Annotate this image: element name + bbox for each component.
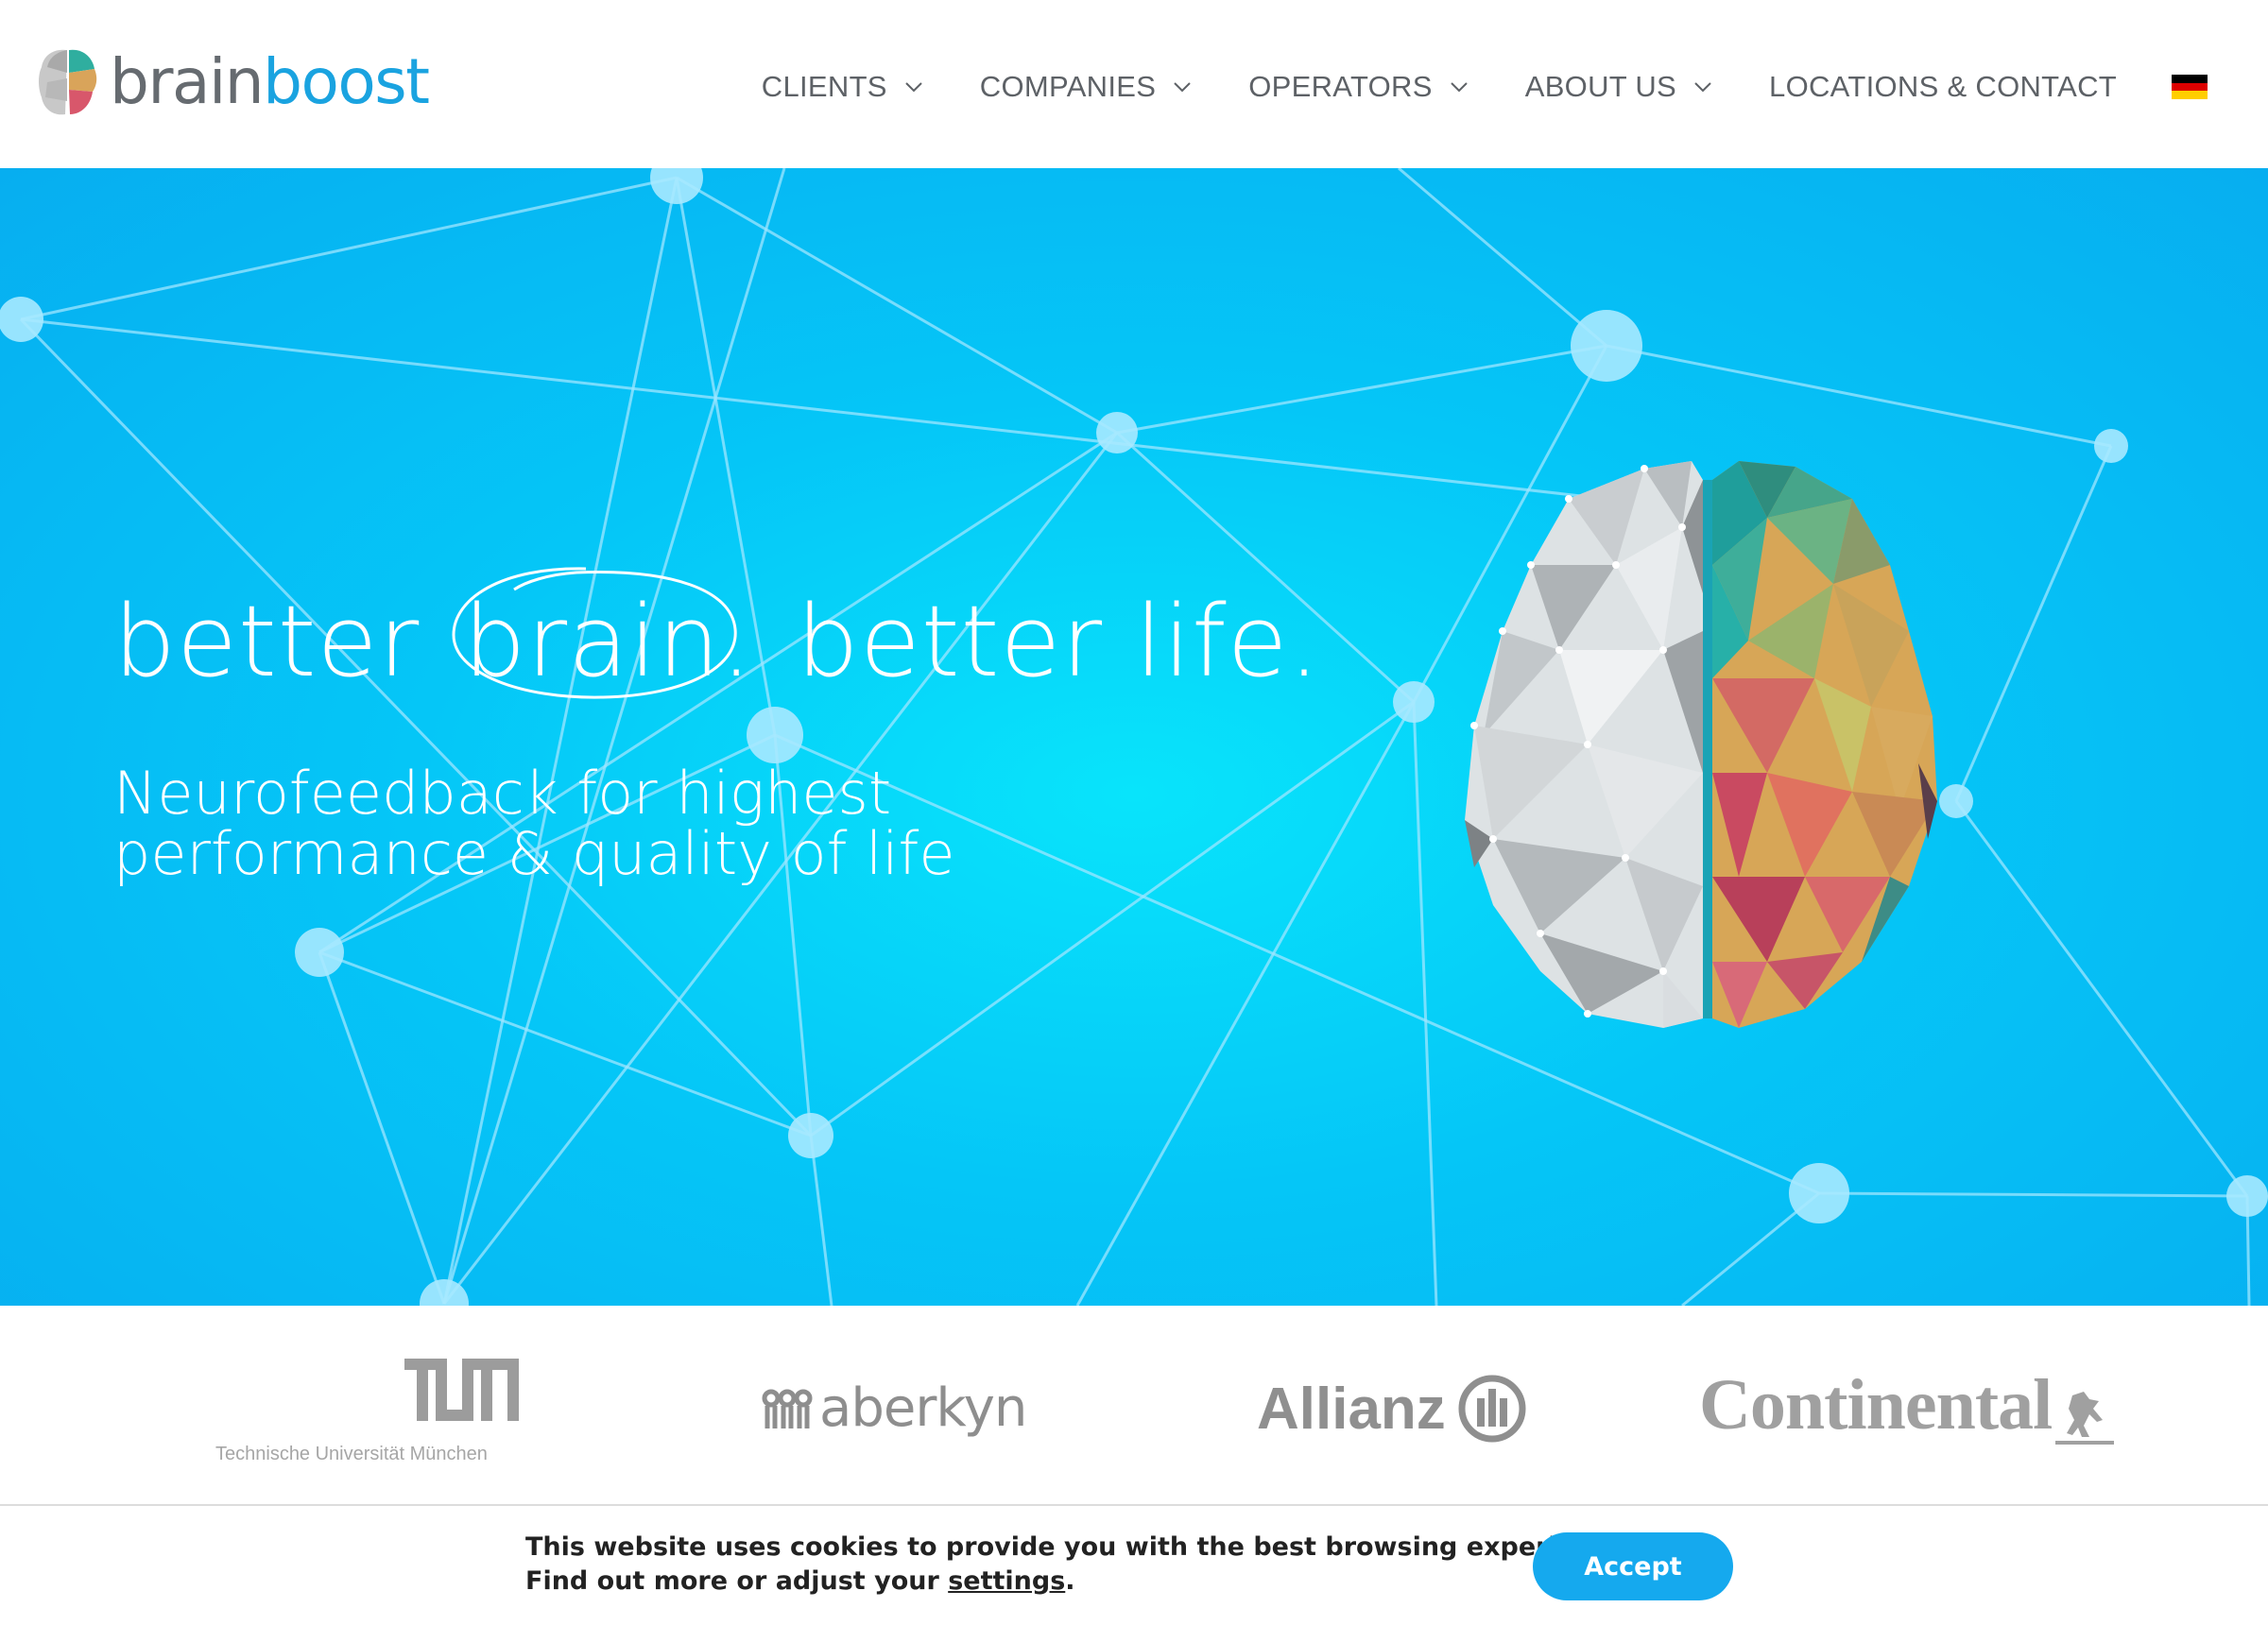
cookie-line2-period: . [1065,1566,1075,1596]
polygon-brain-illustration [1465,461,1937,1028]
hero-subtitle: Neurofeedback for highest performance & … [113,763,1058,884]
nav-locations-contact-label: LOCATIONS & CONTACT [1769,70,2117,103]
nav-operators[interactable]: OPERATORS [1248,70,1468,104]
nav-about-us[interactable]: ABOUT US [1525,70,1712,104]
tum-caption: Technische Universität München [215,1444,488,1464]
nav-about-us-label: ABOUT US [1524,70,1677,103]
continental-horse-icon [2055,1392,2115,1445]
continental-logo: Continental [1699,1364,2115,1446]
aberkyn-logo: aberkyn [761,1377,1027,1439]
chevron-down-icon [1451,82,1468,93]
site-header: brainboost CLIENTS COMPANIES OPERATORS A… [0,0,2268,168]
hero-title: better brain. better life. [113,567,1321,699]
hero-subtitle-line1: Neurofeedback for highest [113,759,892,828]
aberkyn-name: aberkyn [819,1377,1027,1439]
cookie-settings-link[interactable]: settings [948,1566,1065,1596]
chevron-down-icon [905,82,922,93]
german-flag-icon[interactable] [2172,75,2208,100]
nav-companies-label: COMPANIES [979,70,1157,103]
nav-companies[interactable]: COMPANIES [980,70,1192,104]
brain-logo-icon [39,49,97,115]
tum-mark-icon [404,1359,519,1421]
hand-drawn-circle-icon [452,567,737,699]
hero-title-circled-word: brain. [452,567,764,699]
chevron-down-icon [1694,82,1711,93]
cookie-line1: This website uses cookies to provide you… [525,1532,1635,1562]
cookie-banner: This website uses cookies to provide you… [0,1506,2268,1625]
nav-clients[interactable]: CLIENTS [762,70,923,104]
allianz-logo: Allianz [1257,1374,1527,1444]
hero-title-post: better life. [796,584,1321,699]
nav-operators-label: OPERATORS [1248,70,1433,103]
nav-locations-contact[interactable]: LOCATIONS & CONTACT [1769,70,2117,104]
partner-logos: Technische Universität München aberkyn A… [0,1306,2268,1506]
nav-clients-label: CLIENTS [761,70,887,103]
brainboost-logo[interactable]: brainboost [36,42,430,123]
cookie-line2-text: Find out more or adjust your [525,1566,949,1596]
hero-title-pre: better [113,584,421,699]
continental-name: Continental [1699,1365,2053,1445]
main-nav: CLIENTS COMPANIES OPERATORS ABOUT US LOC… [705,60,2208,113]
accept-cookies-button[interactable]: Accept [1533,1532,1733,1600]
hero-banner: better brain. better life. Neurofeedback… [0,168,2268,1306]
allianz-eagle-icon [1458,1375,1526,1443]
hero-subtitle-line2: performance & quality of life [113,819,955,888]
logo-word-boost: boost [263,45,430,118]
allianz-name: Allianz [1257,1376,1446,1442]
logo-word-brain: brain [110,45,265,118]
aberkyn-mark-icon [762,1389,813,1428]
cookie-line2: Find out more or adjust your settings. [525,1565,1635,1599]
chevron-down-icon [1174,82,1191,93]
logo-text: brainboost [110,51,430,113]
cookie-message: This website uses cookies to provide you… [525,1531,1635,1599]
